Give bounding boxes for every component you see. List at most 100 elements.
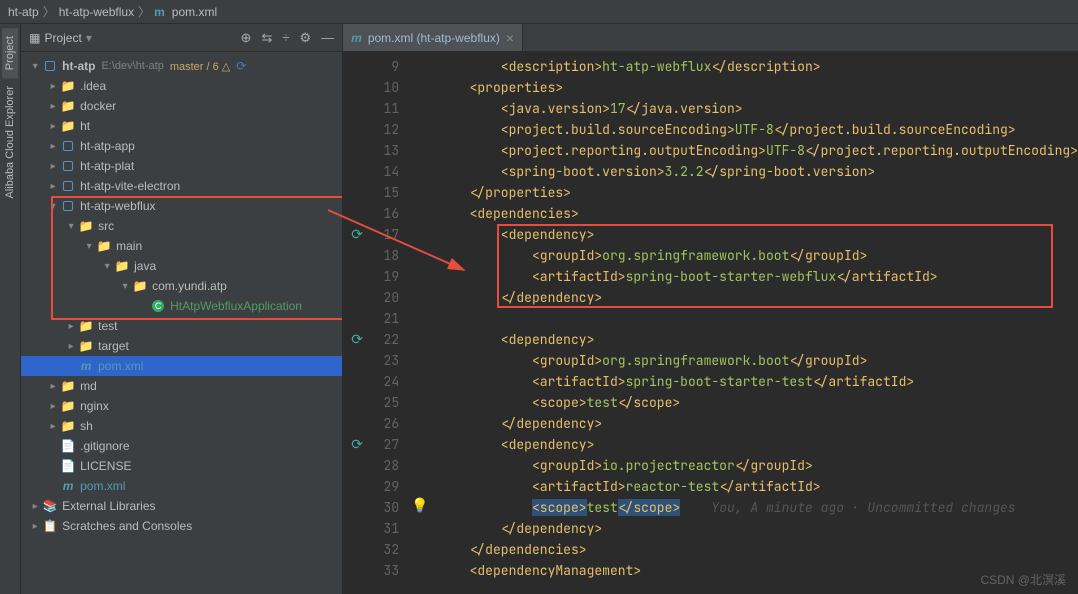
code-line[interactable]: <groupId>org.springframework.boot</group… (407, 245, 1078, 266)
tree-item[interactable]: ▸ht-atp-vite-electron (21, 176, 342, 196)
panel-title[interactable]: Project (44, 31, 81, 45)
project-tree[interactable]: ▾ ht-atp E:\dev\ht-atp master / 6 △ ⟳ ▸📁… (21, 52, 342, 540)
code-line[interactable]: <groupId>org.springframework.boot</group… (407, 350, 1078, 371)
external-libraries[interactable]: ▸ 📚 External Libraries (21, 496, 342, 516)
folder-icon: 📁 (59, 419, 77, 433)
code-line[interactable]: </dependencies> (407, 539, 1078, 560)
editor-area: m pom.xml (ht-atp-webflux) × ⟳ ⟳ ⟳ 9101112… (343, 24, 1078, 594)
file-icon: 📄 (59, 439, 77, 453)
code-line[interactable]: </dependency> (407, 413, 1078, 434)
tree-item[interactable]: ▾ht-atp-webflux (21, 196, 342, 216)
sync-icon[interactable]: ⟳ (236, 59, 246, 73)
close-icon[interactable]: × (506, 30, 514, 46)
locate-icon[interactable]: ⊕ (241, 30, 252, 46)
code-line[interactable]: </dependency> (407, 287, 1078, 308)
folder-icon: 📁 (59, 119, 77, 133)
bulb-icon[interactable]: 💡 (411, 497, 428, 515)
collapse-icon[interactable]: ÷ (282, 30, 289, 45)
folder-icon: 📁 (95, 239, 113, 253)
m-icon: m (59, 479, 77, 493)
code-line[interactable]: <artifactId>spring-boot-starter-webflux<… (407, 266, 1078, 287)
folder-icon: 📁 (59, 379, 77, 393)
module-icon (59, 141, 77, 151)
module-icon (59, 161, 77, 171)
cycle-icon[interactable]: ⟳ (351, 331, 363, 349)
tree-item[interactable]: ▸📁sh (21, 416, 342, 436)
file-icon: 📄 (59, 459, 77, 473)
tree-item[interactable]: ▸📁.idea (21, 76, 342, 96)
code-line[interactable]: <java.version>17</java.version> (407, 98, 1078, 119)
code-line[interactable]: <dependency> (407, 434, 1078, 455)
tree-item[interactable]: ▾📁java (21, 256, 342, 276)
folder-icon: 📁 (59, 99, 77, 113)
tree-item[interactable]: ▸📁target (21, 336, 342, 356)
cycle-icon[interactable]: ⟳ (351, 436, 363, 454)
code-line[interactable]: </dependency> (407, 518, 1078, 539)
tree-item[interactable]: ▸ht-atp-app (21, 136, 342, 156)
maven-icon: m (154, 5, 165, 19)
code-line[interactable]: <dependencyManagement> (407, 560, 1078, 581)
tree-item[interactable]: ▾📁src (21, 216, 342, 236)
breadcrumb-item[interactable]: pom.xml (172, 5, 217, 19)
tree-item[interactable]: ▾📁main (21, 236, 342, 256)
code-line[interactable]: <spring-boot.version>3.2.2</spring-boot.… (407, 161, 1078, 182)
code-line[interactable]: <artifactId>reactor-test</artifactId> (407, 476, 1078, 497)
m-icon: m (77, 359, 95, 373)
code-line[interactable]: <scope>test</scope> (407, 392, 1078, 413)
cycle-icon[interactable]: ⟳ (351, 226, 363, 244)
tree-root[interactable]: ▾ ht-atp E:\dev\ht-atp master / 6 △ ⟳ (21, 56, 342, 76)
project-panel: ▦ Project ▾ ⊕ ⇆ ÷ ⚙ — ▾ ht-atp E:\dev\ht… (21, 24, 343, 594)
code-line[interactable]: <groupId>io.projectreactor</groupId> (407, 455, 1078, 476)
maven-icon: m (351, 31, 362, 45)
tab-bar: m pom.xml (ht-atp-webflux) × (343, 24, 1078, 52)
module-icon (59, 181, 77, 191)
breadcrumb-item[interactable]: ht-atp (8, 5, 39, 19)
tree-item[interactable]: ▸📁ht (21, 116, 342, 136)
library-icon: 📚 (41, 499, 59, 513)
code-line[interactable]: <description>ht-atp-webflux</description… (407, 56, 1078, 77)
module-icon (45, 61, 55, 71)
tree-item[interactable]: CHtAtpWebfluxApplication (21, 296, 342, 316)
gear-icon[interactable]: ⚙ (300, 30, 312, 46)
folder-icon: 📁 (59, 79, 77, 93)
tree-item[interactable]: ▸ht-atp-plat (21, 156, 342, 176)
code-line[interactable]: <properties> (407, 77, 1078, 98)
tree-item[interactable]: 📄LICENSE (21, 456, 342, 476)
scratches[interactable]: ▸ 📋 Scratches and Consoles (21, 516, 342, 536)
chevron-right-icon: 〉 (43, 3, 55, 20)
tree-item[interactable]: 📄.gitignore (21, 436, 342, 456)
tree-item[interactable]: mpom.xml (21, 356, 342, 376)
editor-body[interactable]: ⟳ ⟳ ⟳ 910111213141516171819202122232425262… (343, 52, 1078, 594)
code-line[interactable]: <scope>test</scope> You, A minute ago · … (407, 497, 1078, 518)
code-line[interactable] (407, 308, 1078, 329)
code-line[interactable]: </properties> (407, 182, 1078, 203)
rail-project[interactable]: Project (2, 28, 18, 78)
folder-icon: 📁 (77, 319, 95, 333)
folder-icon: 📁 (59, 399, 77, 413)
tree-item[interactable]: ▸📁docker (21, 96, 342, 116)
code-line[interactable]: <project.build.sourceEncoding>UTF-8</pro… (407, 119, 1078, 140)
code-line[interactable]: <project.reporting.outputEncoding>UTF-8<… (407, 140, 1078, 161)
tab-label: pom.xml (ht-atp-webflux) (368, 31, 500, 45)
folder-orange-icon: 📁 (77, 339, 95, 353)
code-line[interactable]: <dependency> (407, 224, 1078, 245)
code-line[interactable]: <artifactId>spring-boot-starter-test</ar… (407, 371, 1078, 392)
dropdown-icon[interactable]: ▾ (86, 31, 92, 45)
breadcrumb: ht-atp 〉 ht-atp-webflux 〉 m pom.xml (0, 0, 1078, 24)
code-line[interactable]: <dependency> (407, 329, 1078, 350)
breadcrumb-item[interactable]: ht-atp-webflux (59, 5, 134, 19)
code-area[interactable]: <description>ht-atp-webflux</description… (407, 52, 1078, 594)
folder-icon: 📁 (131, 279, 149, 293)
rail-cloud-explorer[interactable]: Alibaba Cloud Explorer (2, 78, 18, 207)
expand-icon[interactable]: ⇆ (261, 30, 272, 46)
editor-tab[interactable]: m pom.xml (ht-atp-webflux) × (343, 24, 523, 51)
tree-item[interactable]: ▸📁nginx (21, 396, 342, 416)
project-icon: ▦ (29, 31, 40, 45)
tree-item[interactable]: ▸📁md (21, 376, 342, 396)
tree-item[interactable]: ▾📁com.yundi.atp (21, 276, 342, 296)
line-numbers: 9101112131415161718192021222324252627282… (371, 52, 407, 594)
code-line[interactable]: <dependencies> (407, 203, 1078, 224)
tree-item[interactable]: mpom.xml (21, 476, 342, 496)
tree-item[interactable]: ▸📁test (21, 316, 342, 336)
hide-icon[interactable]: — (321, 30, 334, 45)
